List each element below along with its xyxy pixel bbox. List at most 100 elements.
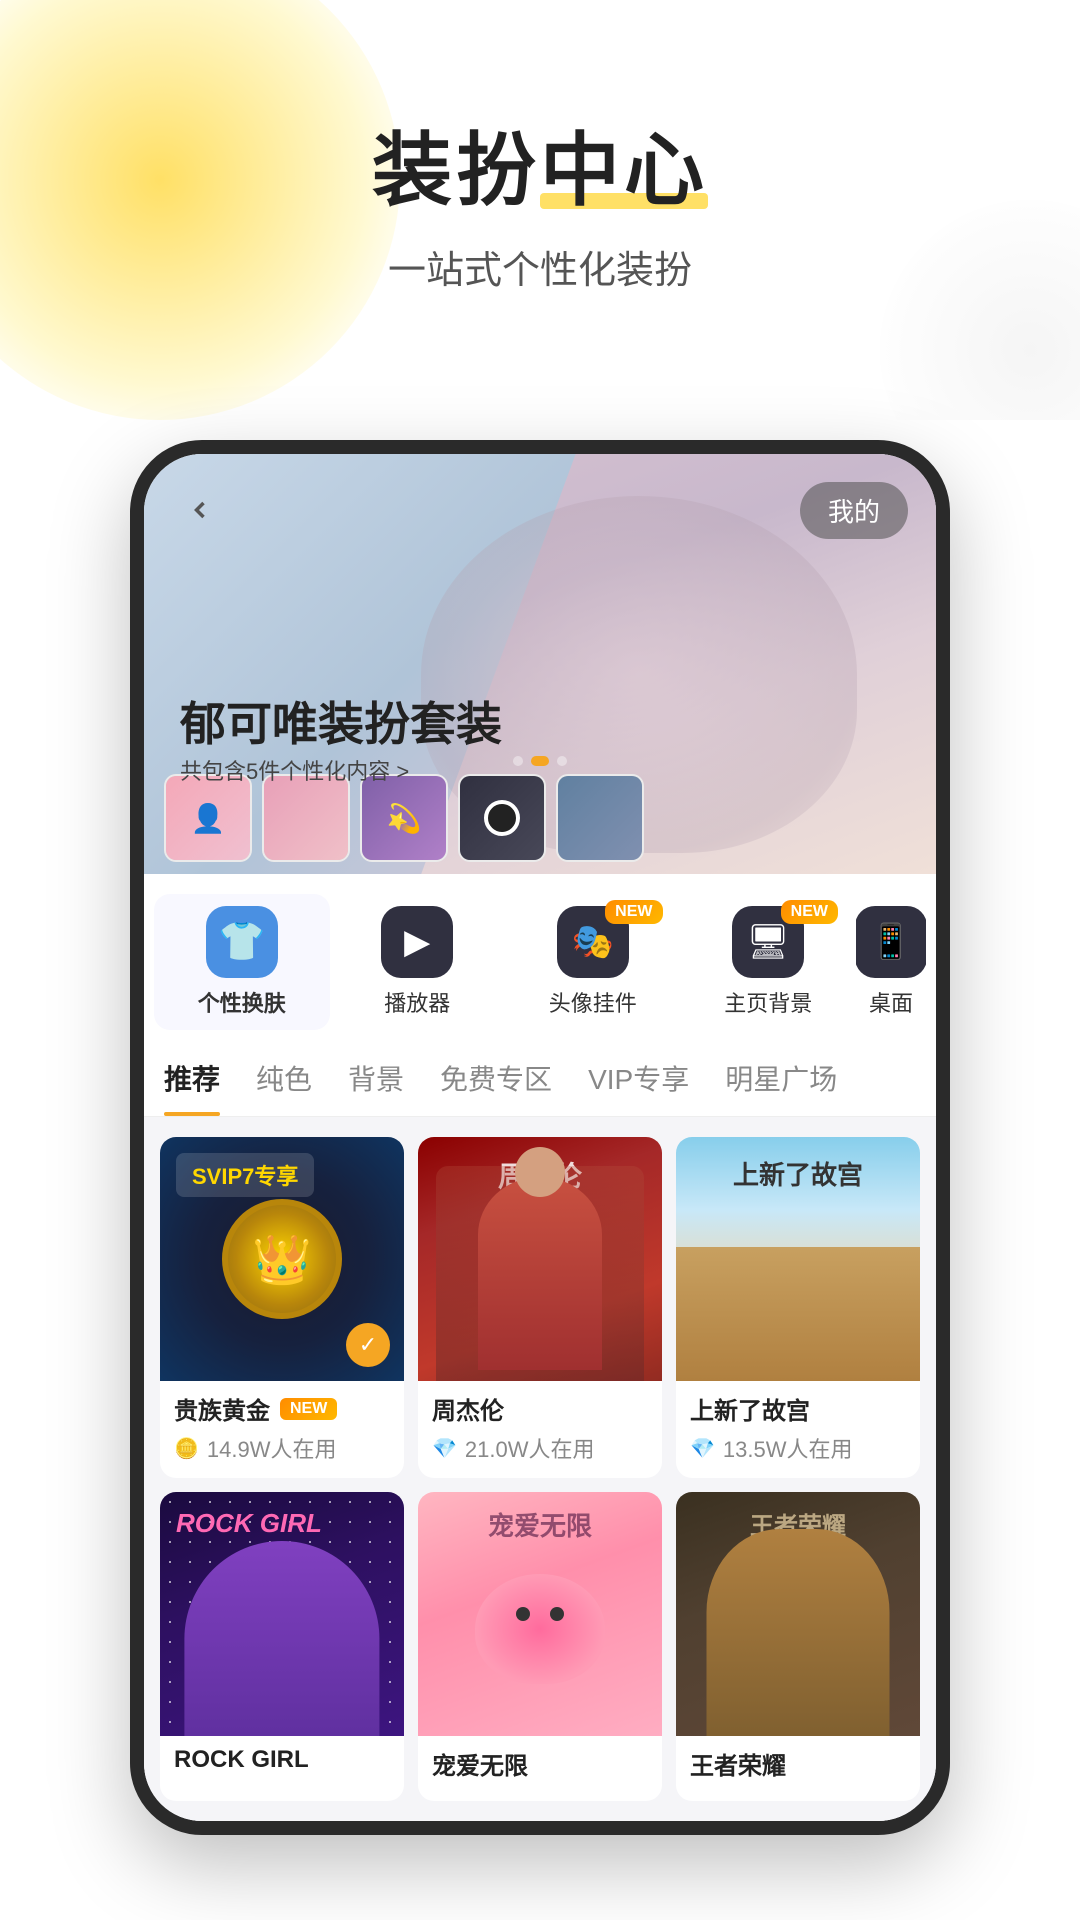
thumbnail-3[interactable]: 💫: [360, 774, 448, 862]
card-pet-image: 宠爱无限: [418, 1492, 662, 1736]
dot-3: [557, 756, 567, 766]
diamond-icon-palace: 💎: [690, 1436, 715, 1461]
phone-frame: 我的 郁可唯装扮套装 共包含5件个性化内容 > 👤 💫: [130, 440, 950, 1835]
cards-section: SVIP7专享 👑 ✓ 贵族黄金 NEW: [144, 1117, 936, 1821]
back-button[interactable]: [172, 482, 228, 538]
nav-item-player[interactable]: ▶ 播放器: [330, 894, 506, 1030]
card-pet-bg: 宠爱无限: [418, 1492, 662, 1736]
gold-emblem: 👑: [222, 1199, 342, 1319]
thumb-landscape-bg: [558, 776, 642, 860]
bg-blob-white: [880, 200, 1080, 420]
thumb-dark-bg: [460, 776, 544, 860]
avatar-label: 头像挂件: [549, 986, 637, 1018]
card-noble-gold-info: 贵族黄金 NEW 🪙 14.9W人在用: [160, 1381, 404, 1478]
card-king-info: 王者荣耀: [676, 1736, 920, 1801]
person-head: [515, 1147, 565, 1197]
card-rock-name: ROCK GIRL: [174, 1746, 309, 1774]
tab-solid[interactable]: 纯色: [256, 1040, 312, 1116]
card-pet-name-row: 宠爱无限: [432, 1746, 648, 1781]
card-palace-users: 💎 13.5W人在用: [690, 1432, 906, 1464]
palace-title-text: 上新了故宫: [733, 1155, 863, 1192]
banner-title: 郁可唯装扮套装: [180, 688, 502, 754]
emblem-crown-icon: 👑: [252, 1231, 312, 1288]
category-tabs: 推荐 纯色 背景 免费专区 VIP专享 明星广场: [144, 1040, 936, 1117]
noble-gold-users-count: 14.9W人在用: [207, 1432, 337, 1464]
banner-area: 我的 郁可唯装扮套装 共包含5件个性化内容 > 👤 💫: [144, 454, 936, 874]
card-palace[interactable]: 上新了故宫 上新了故宫 💎 13.5W人在用: [676, 1137, 920, 1478]
tab-free[interactable]: 免费专区: [440, 1040, 552, 1116]
thumb-pink-bg: [264, 776, 348, 860]
card-gold-bg: SVIP7专享 👑 ✓: [160, 1137, 404, 1381]
camera-icon: [484, 800, 520, 836]
thumbnail-2[interactable]: [262, 774, 350, 862]
card-noble-gold-name: 贵族黄金: [174, 1391, 270, 1426]
card-king-image: 王者荣耀: [676, 1492, 920, 1736]
desktop-label: 桌面: [869, 986, 913, 1018]
card-rock-image: ROCK GIRL: [160, 1492, 404, 1736]
dot-2: [531, 756, 549, 766]
card-king-glory[interactable]: 王者荣耀 王者荣耀: [676, 1492, 920, 1801]
skin-icon: 👕: [218, 920, 265, 964]
card-noble-gold[interactable]: SVIP7专享 👑 ✓ 贵族黄金 NEW: [160, 1137, 404, 1478]
page-title: 装扮中心: [372, 127, 708, 215]
desktop-icon-bg: 📱: [856, 906, 926, 978]
card-rock-bg: ROCK GIRL: [160, 1492, 404, 1736]
pet-eyes: [516, 1607, 564, 1621]
card-jay-bg: 周杰伦: [418, 1137, 662, 1381]
rock-girl-figure: [184, 1541, 379, 1736]
player-label: 播放器: [384, 986, 450, 1018]
tab-vip[interactable]: VIP专享: [588, 1040, 689, 1116]
title-char-2: 中心: [540, 127, 708, 215]
card-rock-name-row: ROCK GIRL: [174, 1746, 390, 1774]
card-palace-bg: 上新了故宫: [676, 1137, 920, 1381]
tab-bg[interactable]: 背景: [348, 1040, 404, 1116]
person-silhouette: [478, 1177, 602, 1370]
pet-text: 宠爱无限: [488, 1506, 592, 1543]
palace-users-count: 13.5W人在用: [723, 1432, 853, 1464]
title-char-1: 装扮: [372, 126, 540, 215]
phone-screen: 我的 郁可唯装扮套装 共包含5件个性化内容 > 👤 💫: [144, 454, 936, 1821]
rock-girl-text: ROCK GIRL: [176, 1508, 322, 1539]
noble-gold-new-tag: NEW: [280, 1398, 337, 1420]
card-palace-name: 上新了故宫: [690, 1391, 810, 1426]
player-icon-bg: ▶: [381, 906, 453, 978]
nav-item-skin[interactable]: 👕 个性换肤: [154, 894, 330, 1030]
nav-item-homebg[interactable]: NEW 🖥 主页背景: [681, 894, 857, 1030]
banner-subtitle: 共包含5件个性化内容 >: [180, 754, 409, 786]
card-palace-name-row: 上新了故宫: [690, 1391, 906, 1426]
tab-star[interactable]: 明星广场: [725, 1040, 837, 1116]
nav-item-avatar[interactable]: NEW 🎭 头像挂件: [505, 894, 681, 1030]
nav-item-desktop[interactable]: 📱 桌面: [856, 894, 926, 1030]
card-king-name: 王者荣耀: [690, 1746, 786, 1781]
my-button[interactable]: 我的: [800, 482, 908, 539]
pet-eye-left: [516, 1607, 530, 1621]
palace-building: [676, 1247, 920, 1381]
dot-1: [513, 756, 523, 766]
homebg-icon: 🖥: [747, 922, 790, 962]
card-jay-name-row: 周杰伦: [432, 1391, 648, 1426]
card-jay-info: 周杰伦 💎 21.0W人在用: [418, 1381, 662, 1478]
card-pet-love[interactable]: 宠爱无限 宠爱无限: [418, 1492, 662, 1801]
king-figure: [707, 1529, 890, 1736]
jay-figure: [436, 1166, 643, 1381]
tab-recommend[interactable]: 推荐: [164, 1040, 220, 1116]
card-rock-info: ROCK GIRL: [160, 1736, 404, 1794]
thumbnail-strip: 👤 💫: [164, 774, 916, 862]
svip-badge: SVIP7专享: [176, 1153, 314, 1197]
thumbnail-4[interactable]: [458, 774, 546, 862]
thumb-purple-bg: 💫: [362, 776, 446, 860]
card-pet-name: 宠爱无限: [432, 1746, 528, 1781]
phone-wrapper: 我的 郁可唯装扮套装 共包含5件个性化内容 > 👤 💫: [0, 440, 1080, 1835]
thumbnail-5[interactable]: [556, 774, 644, 862]
card-rock-girl[interactable]: ROCK GIRL ROCK GIRL: [160, 1492, 404, 1801]
bg-blob-yellow: [0, 0, 400, 420]
card-pet-info: 宠爱无限: [418, 1736, 662, 1801]
card-jay-name: 周杰伦: [432, 1391, 504, 1426]
card-king-name-row: 王者荣耀: [690, 1746, 906, 1781]
cards-grid: SVIP7专享 👑 ✓ 贵族黄金 NEW: [160, 1137, 920, 1801]
avatar-new-badge: NEW: [605, 900, 662, 924]
page-subtitle: 一站式个性化装扮: [388, 239, 692, 294]
card-jay-chou[interactable]: 周杰伦 周杰伦: [418, 1137, 662, 1478]
thumbnail-1[interactable]: 👤: [164, 774, 252, 862]
gold-coin-icon: 🪙: [174, 1436, 199, 1461]
